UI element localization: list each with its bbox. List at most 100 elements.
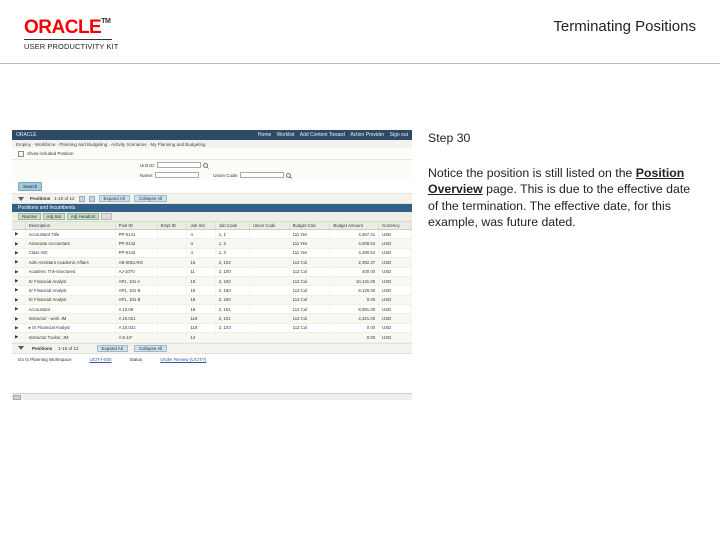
cell <box>249 248 289 257</box>
checkbox-icon[interactable] <box>18 151 24 157</box>
col-description[interactable]: Description <box>25 222 115 230</box>
grid-icon[interactable] <box>89 196 95 202</box>
product-label: USER PRODUCTIVITY KIT <box>24 42 118 51</box>
cell: 0.00 <box>330 295 379 304</box>
cell: 10,131.00 <box>330 276 379 285</box>
table-row[interactable]: ▶Adm Assistant Academic AffairsAB-0051.R… <box>12 258 412 267</box>
cell: 0.00 <box>330 333 379 342</box>
top-link[interactable]: Worklist <box>277 132 295 138</box>
cell: 1, 2 <box>215 239 249 248</box>
cell: USD <box>379 323 412 332</box>
cell: 112 Col <box>289 295 330 304</box>
toolbar-btn[interactable] <box>101 213 112 220</box>
cell <box>249 305 289 314</box>
table-row[interactable]: ▶Class AIDPP-014341, 3111 Yes4,290.54USD <box>12 248 412 257</box>
collapse-icon[interactable] <box>18 197 24 201</box>
positions-bar-bottom: Positions 1-10 of 12 Expand All Collapse… <box>12 343 412 354</box>
cell: AP1, 101 B <box>115 286 157 295</box>
col-budgetamount[interactable]: Budget Amount <box>330 222 379 230</box>
col-emplid[interactable]: Empl ID <box>157 222 187 230</box>
cell: AP1, 101 B <box>115 295 157 304</box>
cell: USD <box>379 333 412 342</box>
positions-range: 1-10 of 12 <box>54 196 74 201</box>
unitid-input[interactable] <box>157 162 201 168</box>
footer-link-2[interactable]: Under Review (UCITY) <box>160 357 206 362</box>
cell: 112 Col <box>289 267 330 276</box>
toolbar-btn[interactable]: Adj Headcnt <box>67 213 100 220</box>
instr-pre: Notice the position is still listed on t… <box>428 166 636 180</box>
cell: 4,290.54 <box>330 248 379 257</box>
collapse-all-button[interactable]: Collapse All <box>134 345 168 352</box>
oracle-word: ORACLE <box>24 17 101 38</box>
unioncode-input[interactable] <box>240 172 284 178</box>
col-jobind[interactable]: Job Ind <box>187 222 215 230</box>
table-row[interactable]: ▶▸ Sr Financial AnalystA 10.0211182, 103… <box>12 323 412 332</box>
cell <box>157 276 187 285</box>
cell: USD <box>379 295 412 304</box>
cell: 118 <box>187 314 215 323</box>
top-link[interactable]: Action Provider <box>350 132 384 138</box>
top-link[interactable]: Home <box>258 132 271 138</box>
cell <box>157 314 187 323</box>
table-row[interactable]: ▶Sr Financial AnalystAP1, 101 B182, 1501… <box>12 286 412 295</box>
cell: 2, 103 <box>215 323 249 332</box>
scroll-thumb[interactable] <box>13 395 21 400</box>
table-row[interactable]: ▶Accountant TitlePP-014141, 1111 Yes4,35… <box>12 230 412 239</box>
table-row[interactable]: ▶Sr Financial AnalystAP1, 101 A182, 1501… <box>12 276 412 285</box>
col-unioncode[interactable]: Union Code <box>249 222 289 230</box>
cell <box>249 295 289 304</box>
collapse-icon[interactable] <box>18 346 24 350</box>
search-icon[interactable] <box>203 163 208 168</box>
table-row[interactable]: ▶Instructor Tucker, JMA 9.14*140.00USD <box>12 333 412 342</box>
cell <box>157 248 187 257</box>
table-row[interactable]: ▶Sr Financial AnalystAP1, 101 B182, 1501… <box>12 295 412 304</box>
search-button[interactable]: Search <box>18 182 42 191</box>
col-expand <box>12 222 25 230</box>
cell: ▶ <box>12 276 25 285</box>
positions-range: 1-10 of 12 <box>58 346 78 351</box>
cell: 2, 150 <box>215 286 249 295</box>
oracle-logo: ORACLETM <box>24 18 118 37</box>
name-input[interactable] <box>155 172 199 178</box>
col-poolid[interactable]: Pool ID <box>115 222 157 230</box>
top-link[interactable]: Sign out <box>390 132 408 138</box>
cell: 2, 101 <box>215 314 249 323</box>
cell <box>157 258 187 267</box>
cell: A 9.14* <box>115 333 157 342</box>
cell: ▶ <box>12 314 25 323</box>
col-budgetcalc[interactable]: Budget Calc <box>289 222 330 230</box>
top-link[interactable]: Add Content Toward <box>300 132 345 138</box>
table-row[interactable]: ▶Instructor - work JMA 10.0211182, 10111… <box>12 314 412 323</box>
cell: ▶ <box>12 286 25 295</box>
expand-all-button[interactable]: Expand All <box>97 345 128 352</box>
cell <box>157 323 187 332</box>
horizontal-scrollbar[interactable] <box>12 393 412 400</box>
unitid-label: Unit ID: <box>140 163 155 168</box>
collapse-all-button[interactable]: Collapse All <box>134 195 168 202</box>
cell: USD <box>379 258 412 267</box>
cell: A 10.021 <box>115 314 157 323</box>
cell: ▶ <box>12 267 25 276</box>
cell: USD <box>379 276 412 285</box>
cell <box>249 286 289 295</box>
expand-all-button[interactable]: Expand All <box>99 195 130 202</box>
table-row[interactable]: ▶Associate AccountantPP-014241, 2111 Yes… <box>12 239 412 248</box>
cell <box>157 230 187 239</box>
col-currency[interactable]: Currency <box>379 222 412 230</box>
cell: 11 <box>187 267 215 276</box>
cell <box>157 267 187 276</box>
instruction-text: Notice the position is still listed on t… <box>428 165 696 231</box>
table-row[interactable]: ▶Academc Tnk-structuredAJ-1070112, 10011… <box>12 267 412 276</box>
cell: ▸ Sr Financial Analyst <box>25 323 115 332</box>
thumb-topbar: ORACLE Home Worklist Add Content Toward … <box>12 130 412 140</box>
grid-icon[interactable] <box>79 196 85 202</box>
toolbar-btn[interactable]: Adj Sal <box>43 213 65 220</box>
search-icon[interactable] <box>286 173 291 178</box>
toolbar-btn[interactable]: Narrow <box>18 213 41 220</box>
cell: ▶ <box>12 295 25 304</box>
table-row[interactable]: ▶AccountantA 10.08182, 151112 Col8,081.0… <box>12 305 412 314</box>
thumb-top-links: Home Worklist Add Content Toward Action … <box>254 132 408 138</box>
name-field: Name: <box>140 172 199 178</box>
col-jobcode[interactable]: Job Code <box>215 222 249 230</box>
footer-link-1[interactable]: UCITY-000 <box>89 357 111 362</box>
